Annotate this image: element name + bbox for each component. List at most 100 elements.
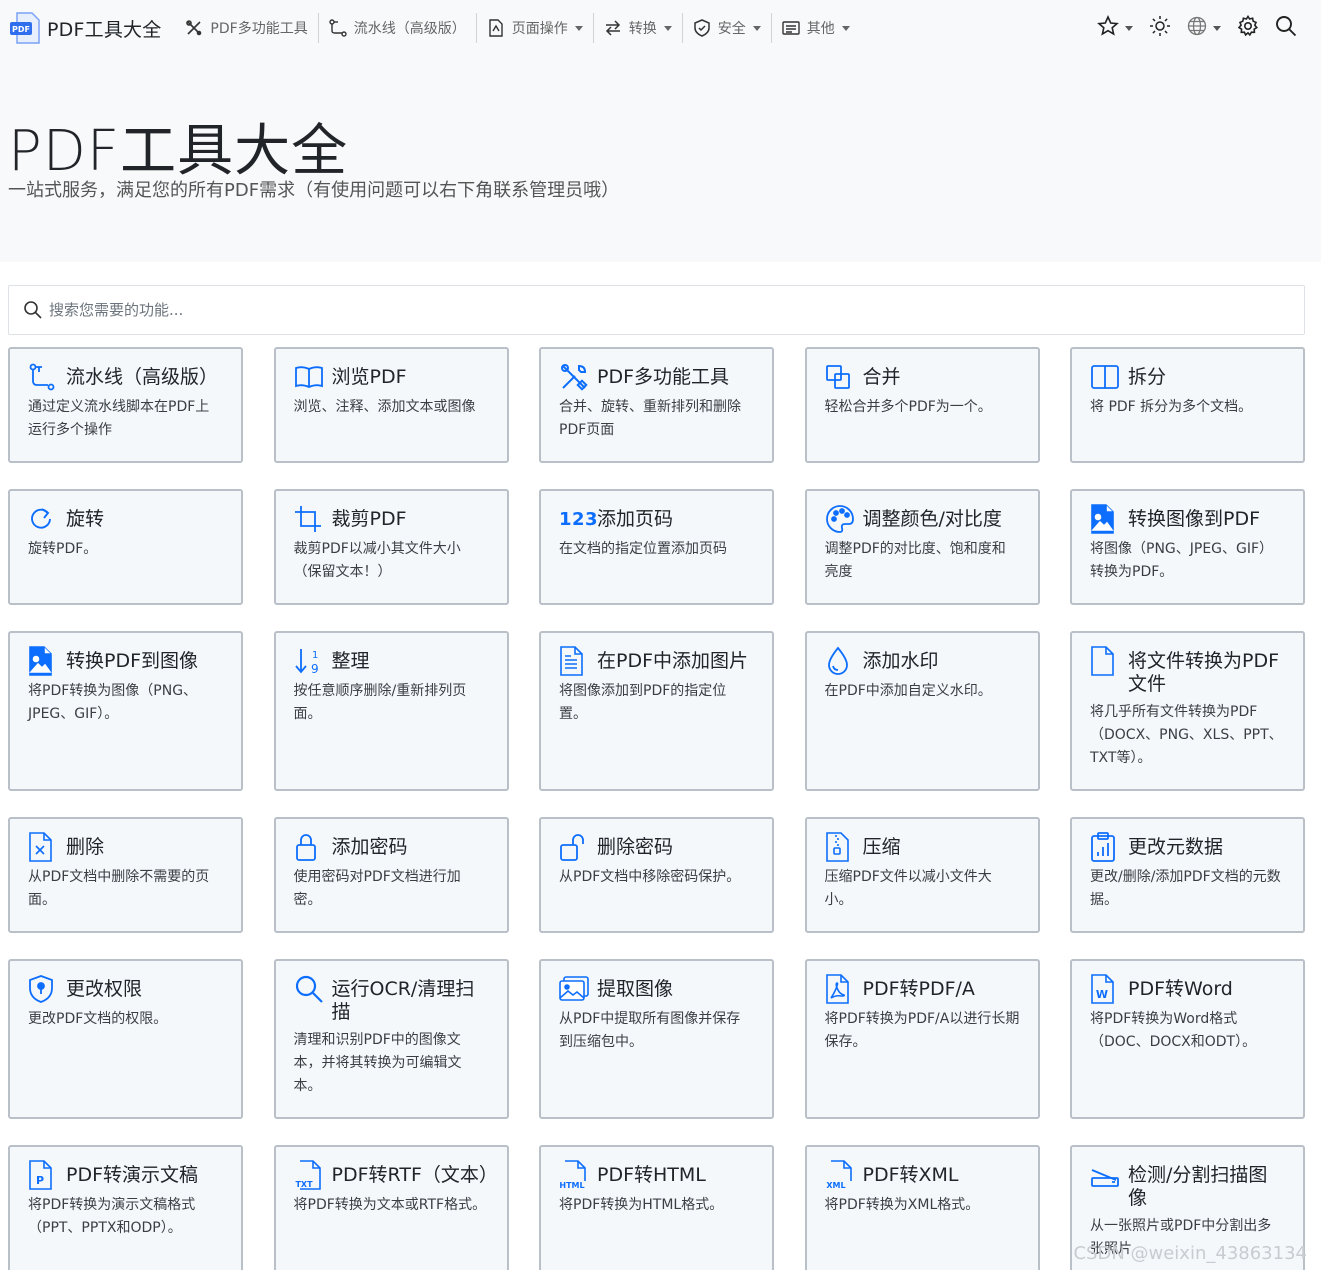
tool-card-title: PDF转Word	[1128, 978, 1233, 1000]
unlock-icon	[559, 833, 589, 861]
tool-card-header: P PDF转演示文稿	[28, 1160, 223, 1190]
scanner-icon	[1090, 1161, 1120, 1189]
tool-card[interactable]: 拆分将 PDF 拆分为多个文档。	[1070, 347, 1305, 463]
tool-card[interactable]: 提取图像从PDF中提取所有图像并保存到压缩包中。	[539, 959, 774, 1119]
droplet-icon	[825, 646, 855, 675]
hero: PDF工具大全 一站式服务，满足您的所有PDF需求（有使用问题可以右下角联系管理…	[0, 56, 1321, 262]
nav-page-ops[interactable]: 页面操作	[477, 13, 593, 43]
sun-icon	[1149, 15, 1171, 41]
tool-card-title: 检测/分割扫描图像	[1128, 1164, 1268, 1209]
file-x-icon	[28, 832, 58, 862]
pipeline-icon	[28, 363, 58, 391]
tool-card[interactable]: 裁剪PDF 裁剪PDF以减小其文件大小（保留文本！）	[273, 489, 509, 605]
arrows-icon	[604, 19, 622, 37]
nav-other[interactable]: 其他	[772, 13, 860, 43]
brand[interactable]: PDF PDF工具大全	[8, 11, 161, 45]
tool-card-title: 裁剪PDF	[331, 508, 407, 530]
settings-button[interactable]	[1231, 15, 1265, 41]
tool-card[interactable]: 转换PDF到图像 将PDF转换为图像（PNG、JPEG、GIF）。	[8, 631, 243, 791]
tool-card-description: 合并、旋转、重新排列和删除PDF页面	[559, 399, 741, 438]
tool-card[interactable]: 更改权限 更改PDF文档的权限。	[8, 959, 243, 1119]
tool-card[interactable]: 更改元数据 更改/删除/添加PDF文档的元数据。	[1070, 817, 1305, 933]
nav-security-label: 安全	[717, 21, 746, 37]
nav-search-button[interactable]	[1269, 15, 1303, 41]
tool-card-title: PDF转XML	[862, 1164, 959, 1186]
tool-card[interactable]: W PDF转Word 将PDF转换为Word格式（DOC、DOCX和ODT）。	[1070, 959, 1305, 1119]
numbers-icon: 123	[559, 505, 598, 533]
page-title: PDF工具大全	[8, 119, 349, 184]
tool-card[interactable]: 添加密码使用密码对PDF文档进行加密。	[273, 817, 509, 933]
tool-card[interactable]: 1 9 整理 按任意顺序删除/重新排列页面。	[273, 631, 509, 791]
tool-card-description: 使用密码对PDF文档进行加密。	[293, 869, 461, 908]
tool-card[interactable]: 运行OCR/清理扫描 清理和识别PDF中的图像文本，并将其转换为可编辑文本。	[273, 959, 509, 1119]
tool-card-description: 从PDF中提取所有图像并保存到压缩包中。	[559, 1011, 741, 1050]
theme-toggle[interactable]	[1143, 15, 1177, 41]
tool-card-header: 压缩	[825, 832, 1020, 862]
html-file-icon: HTML	[559, 1160, 589, 1190]
tool-card-header: 合并	[825, 363, 1020, 391]
pdf-logo-icon: PDF	[8, 11, 42, 45]
tool-card[interactable]: PDF多功能工具合并、旋转、重新排列和删除PDF页面	[539, 347, 774, 463]
nav-security[interactable]: 安全	[683, 13, 771, 43]
tool-card-description: 清理和识别PDF中的图像文本，并将其转换为可编辑文本。	[293, 1032, 462, 1094]
tool-card-header: 提取图像	[559, 975, 754, 1003]
tool-card-title: 添加密码	[331, 836, 408, 858]
tool-card-header: 转换图像到PDF	[1090, 504, 1285, 534]
tool-card[interactable]: XML PDF转XML 将PDF转换为XML格式。	[804, 1145, 1040, 1270]
txt-file-icon: TXT	[294, 1160, 324, 1190]
tool-card-title: 删除密码	[597, 836, 674, 858]
navbar: PDF PDF工具大全 PDF多功能工具 流水线（高级版） 页面操作 转换 安全…	[0, 0, 1321, 56]
palette-icon	[825, 505, 855, 533]
tool-card-description: 更改/删除/添加PDF文档的元数据。	[1090, 869, 1281, 908]
search-bar	[8, 285, 1305, 335]
nav-pipeline[interactable]: 流水线（高级版）	[319, 13, 476, 43]
tool-card[interactable]: 转换图像到PDF 将图像（PNG、JPEG、GIF）转换为PDF。	[1070, 489, 1305, 605]
tool-card[interactable]: PDF转PDF/A 将PDF转换为PDF/A以进行长期保存。	[804, 959, 1040, 1119]
tool-card-title: 拆分	[1128, 366, 1167, 388]
tool-card[interactable]: 123 添加页码 在文档的指定位置添加页码	[539, 489, 774, 605]
xml-file-icon: XML	[825, 1160, 855, 1190]
tool-card[interactable]: 删除 从PDF文档中删除不需要的页面。	[8, 817, 243, 933]
tool-card[interactable]: 浏览PDF 浏览、注释、添加文本或图像	[273, 347, 509, 463]
txt-icon-text: TXT	[295, 1180, 313, 1189]
tool-card[interactable]: 压缩 压缩PDF文件以减小文件大小。	[804, 817, 1040, 933]
tool-card-header: PDF转PDF/A	[825, 974, 1020, 1004]
tool-card[interactable]: TXT PDF转RTF（文本） 将PDF转换为文本或RTF格式。	[273, 1145, 509, 1270]
tool-card[interactable]: 旋转 旋转PDF。	[8, 489, 243, 605]
tool-card-description: 轻松合并多个PDF为一个。	[824, 399, 992, 415]
tool-card-description: 将PDF转换为PDF/A以进行长期保存。	[824, 1011, 1020, 1050]
tool-card[interactable]: P PDF转演示文稿 将PDF转换为演示文稿格式（PPT、PPTX和ODP）。	[8, 1145, 243, 1270]
tool-card-header: 在PDF中添加图片	[559, 646, 754, 676]
tool-card-title: 浏览PDF	[331, 366, 407, 388]
svg-text:PDF: PDF	[12, 25, 30, 34]
tool-card[interactable]: 调整颜色/对比度 调整PDF的对比度、饱和度和亮度	[804, 489, 1040, 605]
numbers-icon-text: 123	[559, 508, 599, 530]
tool-card-header: 删除	[28, 832, 223, 862]
book-icon	[294, 363, 324, 391]
rotate-icon	[28, 505, 58, 533]
tool-card[interactable]: 在PDF中添加图片 将图像添加到PDF的指定位置。	[539, 631, 774, 791]
tools-icon	[559, 363, 589, 391]
image-file-icon	[28, 646, 58, 676]
nav-multitool[interactable]: PDF多功能工具	[175, 13, 317, 43]
tool-card-title: 转换PDF到图像	[66, 650, 199, 672]
tool-card-title: 更改权限	[66, 978, 143, 1000]
tool-card-description: 裁剪PDF以减小其文件大小（保留文本！）	[293, 541, 461, 580]
tool-card[interactable]: HTML PDF转HTML 将PDF转换为HTML格式。	[539, 1145, 774, 1270]
file-text-icon	[559, 646, 589, 676]
tool-card-title: 将文件转换为PDF文件	[1128, 650, 1280, 695]
tool-card[interactable]: 将文件转换为PDF文件 将几乎所有文件转换为PDF（DOCX、PNG、XLS、PP…	[1070, 631, 1305, 791]
tool-card[interactable]: 合并轻松合并多个PDF为一个。	[804, 347, 1040, 463]
tool-card[interactable]: 添加水印 在PDF中添加自定义水印。	[804, 631, 1040, 791]
nav-convert-label: 转换	[628, 21, 657, 37]
tool-card-title: 提取图像	[597, 978, 674, 1000]
nav-convert[interactable]: 转换	[594, 13, 682, 43]
tool-card-title: PDF多功能工具	[597, 366, 730, 388]
search-input[interactable]	[49, 301, 1249, 319]
tool-card[interactable]: 删除密码 从PDF文档中移除密码保护。	[539, 817, 774, 933]
tool-card[interactable]: 流水线（高级版） 通过定义流水线脚本在PDF上运行多个操作	[8, 347, 243, 463]
favorites-button[interactable]	[1091, 15, 1139, 41]
language-button[interactable]	[1181, 16, 1227, 40]
split-icon	[1090, 363, 1120, 391]
tool-card-description: 通过定义流水线脚本在PDF上运行多个操作	[28, 399, 210, 438]
